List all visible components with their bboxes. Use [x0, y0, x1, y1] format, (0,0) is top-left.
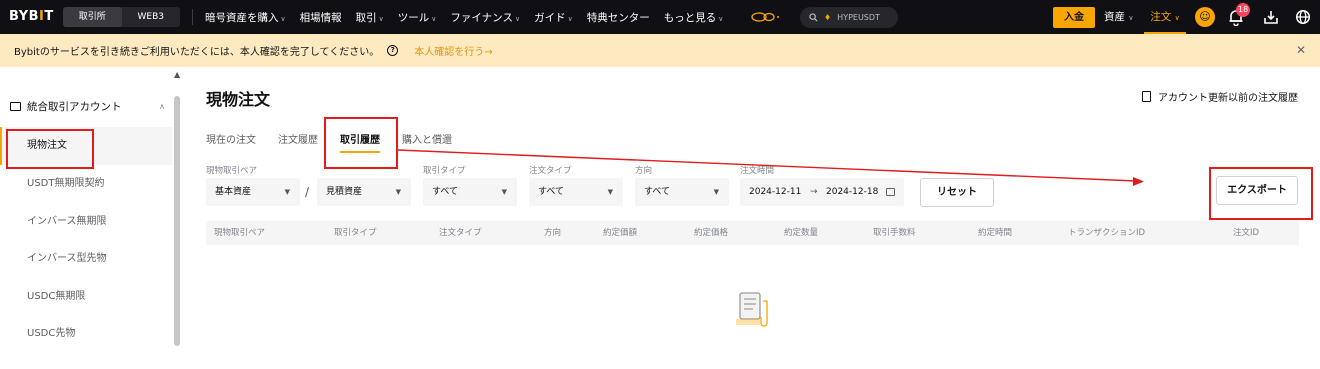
annotation-arrow: [397, 149, 1144, 186]
